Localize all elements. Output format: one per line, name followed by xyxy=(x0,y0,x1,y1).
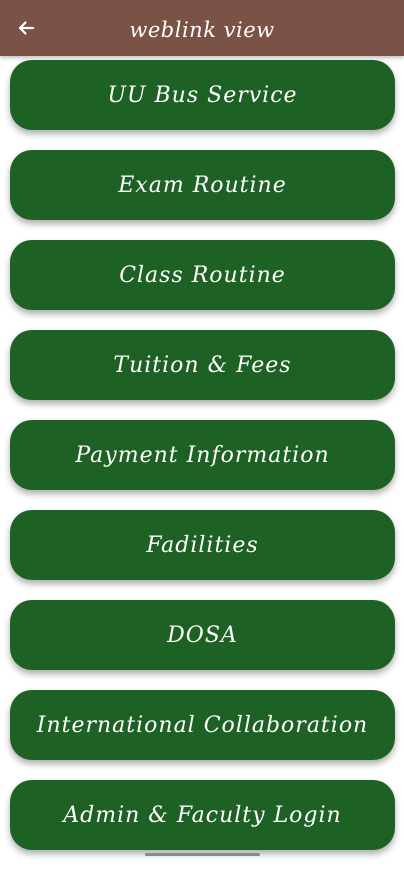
home-indicator[interactable] xyxy=(145,853,260,856)
menu-item-label: Admin & Faculty Login xyxy=(63,802,342,828)
menu-list: UU Bus Service Exam Routine Class Routin… xyxy=(10,60,395,870)
menu-item-label: Payment Information xyxy=(75,442,330,468)
class-routine-button[interactable]: Class Routine xyxy=(10,240,395,310)
menu-item-label: UU Bus Service xyxy=(107,82,298,108)
menu-item-label: International Collaboration xyxy=(36,712,369,738)
menu-item-label: Tuition & Fees xyxy=(113,352,292,378)
facilities-button[interactable]: Fadilities xyxy=(10,510,395,580)
exam-routine-button[interactable]: Exam Routine xyxy=(10,150,395,220)
payment-information-button[interactable]: Payment Information xyxy=(10,420,395,490)
menu-item-label: Exam Routine xyxy=(118,172,287,198)
page-title: weblink view xyxy=(129,18,275,42)
admin-faculty-login-button[interactable]: Admin & Faculty Login xyxy=(10,780,395,850)
app-bar: weblink view xyxy=(0,0,404,56)
uu-bus-service-button[interactable]: UU Bus Service xyxy=(10,60,395,130)
dosa-button[interactable]: DOSA xyxy=(10,600,395,670)
international-collaboration-button[interactable]: International Collaboration xyxy=(10,690,395,760)
menu-item-label: Fadilities xyxy=(146,532,259,558)
tuition-fees-button[interactable]: Tuition & Fees xyxy=(10,330,395,400)
menu-item-label: DOSA xyxy=(167,622,238,648)
menu-item-label: Class Routine xyxy=(119,262,286,288)
